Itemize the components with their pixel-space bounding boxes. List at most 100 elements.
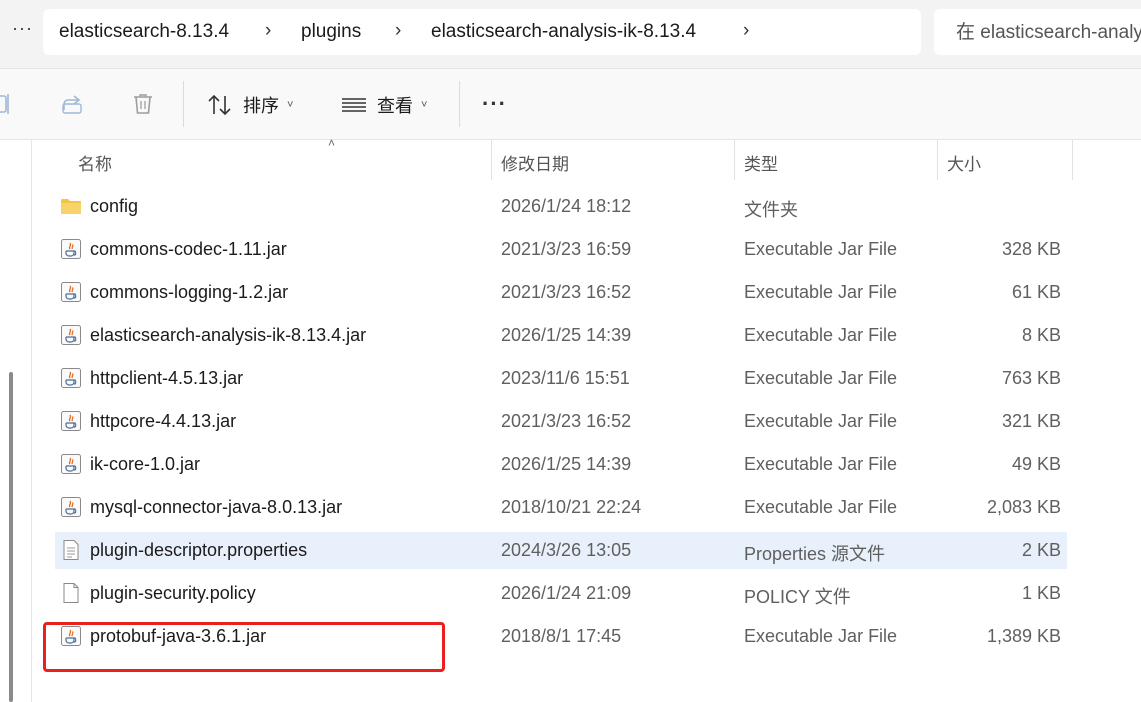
column-divider[interactable] [1072, 140, 1073, 180]
file-type: Executable Jar File [744, 368, 898, 388]
file-date: 2018/10/21 22:24 [501, 497, 642, 517]
column-header-size[interactable]: 大小 [947, 150, 981, 175]
file-type: Executable Jar File [744, 325, 898, 345]
file-type: Properties 源文件 [744, 544, 886, 564]
rename-icon[interactable] [0, 92, 12, 116]
file-row[interactable]: httpcore-4.4.13.jar 2021/3/23 16:52 Execut… [55, 403, 1067, 440]
search-input[interactable] [934, 9, 1141, 55]
file-row[interactable]: commons-logging-1.2.jar 2021/3/23 16:52 Ex… [55, 274, 1067, 311]
java-jar-icon [61, 325, 81, 345]
view-label: 查看 [377, 96, 413, 116]
file-size: 61 KB [1011, 282, 1061, 302]
file-size: 2,083 KB [986, 497, 1061, 517]
breadcrumb-item-ik[interactable]: elasticsearch-analysis-ik-8.13.4 [431, 21, 696, 43]
file-size: 1 KB [1021, 583, 1061, 603]
file-row[interactable]: config 2026/1/24 18:12 文件夹 [55, 188, 1067, 225]
file-name: ik-core-1.0.jar [90, 454, 201, 474]
column-divider[interactable] [491, 140, 492, 180]
file-date: 2018/8/1 17:45 [501, 626, 622, 646]
file-type: Executable Jar File [744, 454, 898, 474]
column-header-type[interactable]: 类型 [744, 150, 778, 175]
sort-button[interactable]: 排序 ˅ [207, 91, 293, 119]
file-date: 2021/3/23 16:59 [501, 239, 632, 259]
file-type: Executable Jar File [744, 239, 898, 259]
search-box[interactable] [934, 9, 1141, 55]
breadcrumb[interactable]: elasticsearch-8.13.4 › plugins › elastic… [43, 9, 921, 55]
file-name: config [90, 196, 139, 216]
toolbar-divider [459, 81, 460, 127]
file-name: commons-codec-1.11.jar [90, 239, 287, 259]
more-breadcrumbs-button[interactable]: ··· [12, 18, 33, 39]
file-name: elasticsearch-analysis-ik-8.13.4.jar [90, 325, 367, 345]
file-date: 2026/1/25 14:39 [501, 454, 632, 474]
breadcrumb-item-elasticsearch[interactable]: elasticsearch-8.13.4 [59, 21, 229, 43]
file-name: httpclient-4.5.13.jar [90, 368, 244, 388]
chevron-right-icon[interactable]: › [265, 20, 271, 42]
column-divider[interactable] [937, 140, 938, 180]
chevron-right-icon[interactable]: › [395, 20, 401, 42]
file-type: 文件夹 [744, 200, 798, 220]
file-size: 8 KB [1021, 325, 1061, 345]
sort-label: 排序 [243, 96, 279, 116]
file-row[interactable]: commons-codec-1.11.jar 2021/3/23 16:59 Exe… [55, 231, 1067, 268]
file-row[interactable]: ik-core-1.0.jar 2026/1/25 14:39 Executable… [55, 446, 1067, 483]
file-date: 2026/1/24 18:12 [501, 196, 632, 216]
column-divider[interactable] [734, 140, 735, 180]
file-name: mysql-connector-java-8.0.13.jar [90, 497, 343, 517]
properties-file-icon [63, 540, 79, 560]
file-type: Executable Jar File [744, 282, 898, 302]
file-name: plugin-descriptor.properties [90, 540, 308, 560]
file-row[interactable]: elasticsearch-analysis-ik-8.13.4.jar 2026… [55, 317, 1067, 354]
file-type: Executable Jar File [744, 411, 898, 431]
chevron-right-icon[interactable]: › [743, 20, 749, 42]
file-size: 328 KB [1001, 239, 1061, 259]
file-row[interactable]: plugin-descriptor.properties 2024/3/26 13… [55, 532, 1067, 569]
java-jar-icon [61, 411, 81, 431]
file-date: 2021/3/23 16:52 [501, 282, 632, 302]
more-options-button[interactable]: ··· [482, 91, 507, 117]
folder-icon [61, 199, 81, 214]
share-icon[interactable] [60, 92, 84, 116]
file-date: 2026/1/24 21:09 [501, 583, 632, 603]
java-jar-icon [61, 368, 81, 388]
view-icon [342, 98, 366, 112]
file-type: Executable Jar File [744, 626, 898, 646]
blank-file-icon [63, 583, 79, 603]
toolbar-divider [183, 81, 184, 127]
chevron-down-icon: ˅ [287, 99, 294, 111]
java-jar-icon [61, 282, 81, 302]
file-row[interactable]: httpclient-4.5.13.jar 2023/11/6 15:51 Exec… [55, 360, 1067, 397]
pane-divider [31, 140, 32, 702]
column-header: ˄ 名称 修改日期 类型 大小 [55, 136, 1075, 180]
delete-icon[interactable] [131, 92, 155, 116]
column-header-name[interactable]: 名称 [78, 150, 112, 175]
java-jar-icon [61, 497, 81, 517]
file-type: Executable Jar File [744, 497, 898, 517]
address-bar: ··· elasticsearch-8.13.4 › plugins › ela… [0, 0, 1141, 69]
java-jar-icon [61, 239, 81, 259]
java-jar-icon [61, 454, 81, 474]
file-name: httpcore-4.4.13.jar [90, 411, 237, 431]
file-name: plugin-security.policy [90, 583, 256, 603]
sort-icon [208, 94, 231, 116]
file-date: 2024/3/26 13:05 [501, 540, 632, 560]
file-size: 763 KB [1001, 368, 1061, 388]
file-date: 2023/11/6 15:51 [501, 368, 630, 388]
sort-ascending-icon: ˄ [328, 136, 336, 150]
file-date: 2026/1/25 14:39 [501, 325, 632, 345]
file-row[interactable]: plugin-security.policy 2026/1/24 21:09 POL… [55, 575, 1067, 612]
chevron-down-icon: ˅ [421, 99, 428, 111]
command-bar: 排序 ˅ 查看 ˅ ··· [0, 69, 1141, 140]
view-button[interactable]: 查看 ˅ [341, 91, 427, 119]
file-name: commons-logging-1.2.jar [90, 282, 289, 302]
column-header-date[interactable]: 修改日期 [501, 150, 569, 175]
breadcrumb-item-plugins[interactable]: plugins [301, 21, 361, 43]
file-row[interactable]: mysql-connector-java-8.0.13.jar 2018/10/2… [55, 489, 1067, 526]
file-size: 2 KB [1021, 540, 1061, 560]
vertical-scrollbar[interactable] [9, 372, 13, 702]
red-highlight-box [43, 622, 445, 672]
file-type: POLICY 文件 [744, 587, 851, 607]
file-size: 49 KB [1011, 454, 1061, 474]
file-date: 2021/3/23 16:52 [501, 411, 632, 431]
file-size: 321 KB [1001, 411, 1061, 431]
